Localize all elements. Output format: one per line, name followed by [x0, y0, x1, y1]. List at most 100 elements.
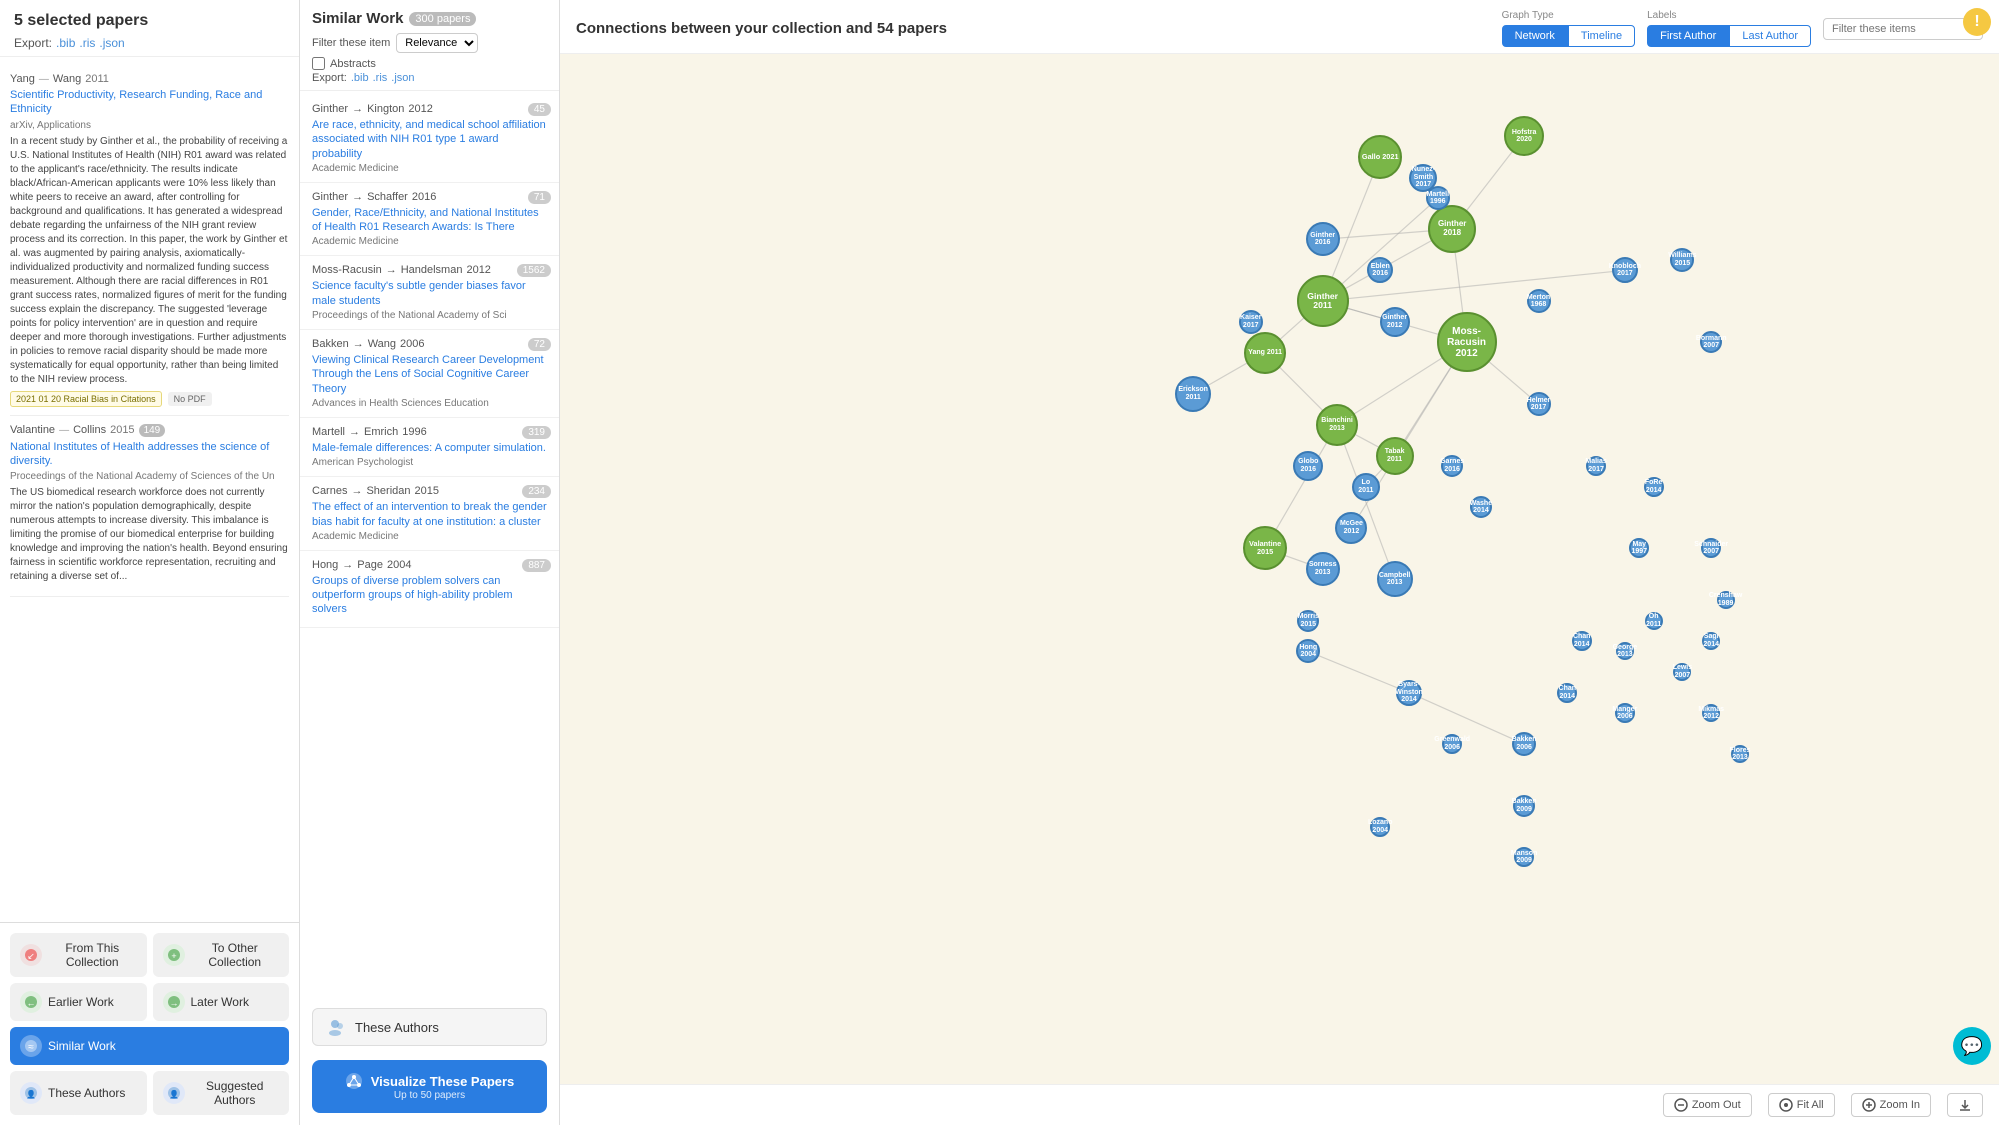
paper-title[interactable]: National Institutes of Health addresses … — [10, 440, 289, 469]
graph-node[interactable]: Ginther 2012 — [1380, 307, 1410, 337]
similar-title[interactable]: Gender, Race/Ethnicity, and National Ins… — [312, 206, 547, 235]
graph-node[interactable]: Yang 2011 — [1244, 332, 1286, 374]
similar-title[interactable]: Male-female differences: A computer simu… — [312, 441, 547, 455]
graph-node[interactable]: McGee 2012 — [1335, 512, 1367, 544]
relevance-select[interactable]: Relevance Year Citations — [396, 33, 478, 53]
graph-node[interactable]: Manson 2009 — [1514, 847, 1534, 867]
graph-node[interactable]: Lewis 2007 — [1673, 663, 1691, 681]
chat-bubble-icon[interactable]: 💬 — [1953, 1027, 1991, 1065]
paper-abstract: In a recent study by Ginther et al., the… — [10, 135, 289, 387]
graph-node[interactable]: Moss-Racusin 2012 — [1437, 312, 1497, 372]
graph-node[interactable]: Greenwald 2006 — [1442, 734, 1462, 754]
first-author-btn[interactable]: First Author — [1647, 25, 1729, 47]
author-name: Wang — [53, 73, 81, 85]
graph-node[interactable]: FoRe 2014 — [1644, 477, 1664, 497]
sim-author: Page — [357, 559, 383, 571]
similar-source: Advances in Health Sciences Education — [312, 398, 547, 409]
similar-work-btn[interactable]: ≈ Similar Work — [10, 1027, 289, 1065]
these-authors-btn[interactable]: 👤 These Authors — [10, 1071, 147, 1115]
graph-node[interactable]: Manger 2006 — [1615, 703, 1635, 723]
graph-node[interactable]: Ginther 2016 — [1306, 222, 1340, 256]
graph-node[interactable]: Morris 2015 — [1297, 610, 1319, 632]
export-json[interactable]: .json — [99, 36, 124, 50]
graph-filter-input[interactable] — [1823, 18, 1983, 40]
export-json-mid[interactable]: .json — [391, 72, 414, 84]
export-label: Export: — [14, 36, 52, 50]
network-btn[interactable]: Network — [1502, 25, 1568, 47]
graph-node[interactable]: Flores 2013 — [1731, 745, 1749, 763]
graph-node[interactable]: Lozano 2004 — [1370, 817, 1390, 837]
graph-node[interactable]: Malias 2017 — [1586, 456, 1606, 476]
graph-node[interactable]: Knobloch 2017 — [1612, 257, 1638, 283]
graph-node[interactable]: Oh 2011 — [1645, 612, 1663, 630]
graph-node[interactable]: Globo 2016 — [1293, 451, 1323, 481]
graph-node[interactable]: Sagi 2014 — [1702, 632, 1720, 650]
graph-node[interactable]: Lo 2011 — [1352, 473, 1380, 501]
similar-title[interactable]: Viewing Clinical Research Career Develop… — [312, 353, 547, 396]
graph-node[interactable]: Gallo 2021 — [1358, 135, 1402, 179]
graph-node[interactable]: Kaiser 2017 — [1239, 310, 1263, 334]
graph-node[interactable]: Bakken 2009 — [1513, 795, 1535, 817]
export-label-mid: Export: — [312, 72, 347, 84]
graph-node[interactable]: May 1997 — [1629, 538, 1649, 558]
graph-node[interactable]: Garnes 2016 — [1441, 455, 1463, 477]
zoom-out-btn[interactable]: Zoom Out — [1663, 1093, 1752, 1117]
abstracts-checkbox[interactable] — [312, 57, 325, 70]
graph-node[interactable]: Crenshaw 1989 — [1717, 591, 1735, 609]
timeline-btn[interactable]: Timeline — [1568, 25, 1635, 47]
to-other-collection-btn[interactable]: + To Other Collection — [153, 933, 290, 977]
fit-all-btn[interactable]: Fit All — [1768, 1093, 1835, 1117]
graph-node[interactable]: Chan 2014 — [1557, 683, 1577, 703]
export-ris[interactable]: .ris — [79, 36, 95, 50]
left-header: 5 selected papers Export: .bib .ris .jso… — [0, 0, 299, 57]
export-ris-mid[interactable]: .ris — [373, 72, 388, 84]
graph-node[interactable]: Williams 2015 — [1670, 248, 1694, 272]
graph-area[interactable]: Gallo 2021 Hofstra 2020 Ginther 2018 Ginthe… — [560, 54, 1999, 1084]
graph-node[interactable]: Tabak 2011 — [1376, 437, 1414, 475]
graph-node[interactable]: Schnaider 2007 — [1701, 538, 1721, 558]
graph-node[interactable]: Bakken 2006 — [1512, 732, 1536, 756]
graph-node[interactable]: Bianchini 2013 — [1316, 404, 1358, 446]
graph-node[interactable]: Byars-Winston 2014 — [1396, 680, 1422, 706]
similar-title[interactable]: The effect of an intervention to break t… — [312, 500, 547, 529]
graph-node[interactable]: Mikmas 2012 — [1702, 704, 1720, 722]
graph-node[interactable]: Hofstra 2020 — [1504, 116, 1544, 156]
graph-node[interactable]: Hong 2004 — [1296, 639, 1320, 663]
graph-node[interactable]: Washe 2014 — [1470, 496, 1492, 518]
similar-title[interactable]: Are race, ethnicity, and medical school … — [312, 118, 547, 161]
graph-node[interactable]: Bormann 2007 — [1700, 331, 1722, 353]
zoom-in-btn[interactable]: Zoom In — [1851, 1093, 1931, 1117]
paper-title[interactable]: Scientific Productivity, Research Fundin… — [10, 88, 289, 117]
download-btn[interactable] — [1947, 1093, 1983, 1117]
graph-node[interactable]: Eblen 2016 — [1367, 257, 1393, 283]
notification-icon[interactable]: ! — [1963, 8, 1991, 36]
filter-row: Filter these item Relevance Year Citatio… — [312, 33, 547, 53]
graph-node[interactable]: Sorness 2013 — [1306, 552, 1340, 586]
visualize-papers-button[interactable]: Visualize These Papers Up to 50 papers — [312, 1060, 547, 1113]
graph-node[interactable]: Campbell 2013 — [1377, 561, 1413, 597]
similar-title[interactable]: Groups of diverse problem solvers can ou… — [312, 574, 547, 617]
from-this-collection-btn[interactable]: ↙ From This Collection — [10, 933, 147, 977]
similar-title[interactable]: Science faculty's subtle gender biases f… — [312, 279, 547, 308]
graph-controls: Graph Type Network Timeline Labels First… — [1502, 10, 1983, 47]
earlier-work-btn[interactable]: ← Earlier Work — [10, 983, 147, 1021]
graph-node[interactable]: Valantine 2015 — [1243, 526, 1287, 570]
graph-node[interactable]: Chan 2014 — [1572, 631, 1592, 651]
suggested-authors-label: Suggested Authors — [191, 1079, 280, 1107]
graph-node[interactable]: Merton 1968 — [1527, 289, 1551, 313]
these-authors-button[interactable]: These Authors — [312, 1008, 547, 1046]
graph-node[interactable]: George 2013 — [1616, 642, 1634, 660]
graph-node[interactable]: Ginther 2018 — [1428, 205, 1476, 253]
export-bib-mid[interactable]: .bib — [351, 72, 369, 84]
suggested-authors-btn[interactable]: 👤 Suggested Authors — [153, 1071, 290, 1115]
sim-year: 2015 — [415, 485, 439, 497]
sim-author: Martell — [312, 426, 345, 438]
graph-node[interactable]: Ginther 2011 — [1297, 275, 1349, 327]
later-work-btn[interactable]: → Later Work — [153, 983, 290, 1021]
export-bib[interactable]: .bib — [56, 36, 75, 50]
graph-node[interactable]: Helmer 2017 — [1527, 392, 1551, 416]
graph-node[interactable]: Erickson 2011 — [1175, 376, 1211, 412]
last-author-btn[interactable]: Last Author — [1729, 25, 1811, 47]
citation-badge: 887 — [522, 559, 551, 572]
graph-node[interactable]: Martell 1996 — [1426, 186, 1450, 210]
